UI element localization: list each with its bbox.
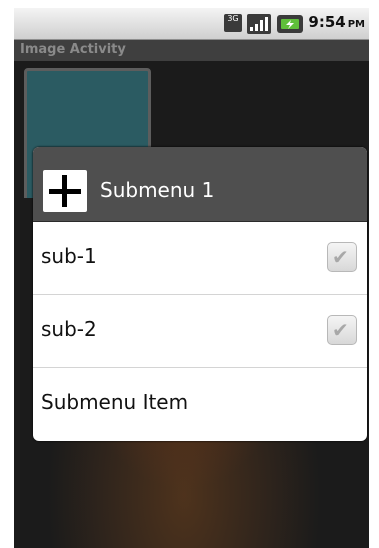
sub-2-checkbox[interactable]: ✔ — [327, 315, 357, 345]
dialog-header: Submenu 1 — [33, 147, 367, 222]
submenu-dialog: Submenu 1 sub-1 ✔ sub-2 ✔ Submenu Item — [33, 147, 367, 441]
battery-charging-icon — [277, 15, 303, 33]
dialog-title: Submenu 1 — [100, 178, 215, 202]
checkmark-icon: ✔ — [332, 245, 349, 269]
plus-icon — [43, 170, 87, 212]
submenu-list: sub-1 ✔ sub-2 ✔ Submenu Item — [33, 222, 367, 436]
3g-icon: 3G — [224, 14, 242, 32]
menu-item-label: sub-2 — [41, 317, 97, 341]
status-clock: 9:54 PM — [308, 13, 365, 31]
menu-item-sub-2[interactable]: sub-2 ✔ — [33, 295, 367, 368]
menu-item-label: sub-1 — [41, 244, 97, 268]
clock-ampm: PM — [347, 19, 365, 30]
menu-item-sub-1[interactable]: sub-1 ✔ — [33, 222, 367, 295]
app-title-bar: Image Activity — [14, 40, 369, 61]
checkmark-icon: ✔ — [332, 318, 349, 342]
status-bar: 3G 9:54 PM — [14, 8, 369, 40]
app-title: Image Activity — [20, 42, 126, 57]
menu-item-submenu-item[interactable]: Submenu Item — [33, 368, 367, 436]
menu-item-label: Submenu Item — [41, 390, 189, 414]
signal-bars-icon — [247, 14, 271, 34]
sub-1-checkbox[interactable]: ✔ — [327, 242, 357, 272]
clock-time: 9:54 — [308, 13, 346, 31]
